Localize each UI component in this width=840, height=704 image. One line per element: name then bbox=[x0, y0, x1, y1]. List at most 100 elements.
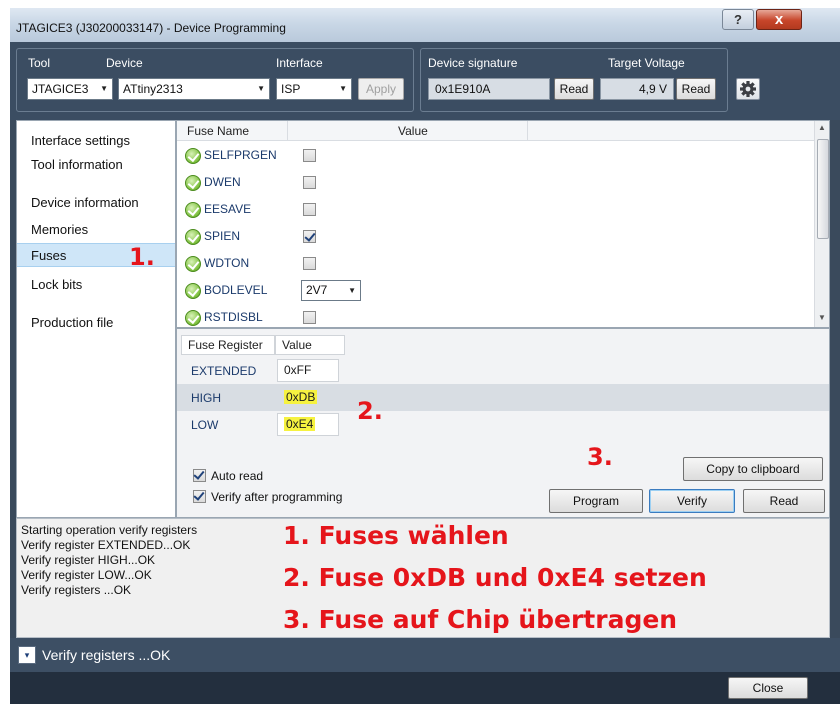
tool-label: Tool bbox=[28, 56, 51, 70]
interface-select[interactable]: ISP ▼ bbox=[276, 78, 352, 100]
verify-after-option[interactable]: Verify after programming bbox=[193, 490, 342, 504]
scroll-down-icon[interactable]: ▼ bbox=[818, 313, 826, 322]
fuse-register-panel: Fuse Register Value EXTENDED 0xFF HIGH 0… bbox=[176, 328, 830, 518]
ok-check-icon bbox=[185, 310, 201, 326]
window-title: JTAGICE3 (J30200033147) - Device Program… bbox=[16, 21, 286, 35]
scroll-thumb[interactable] bbox=[817, 139, 829, 239]
log-line: Verify register LOW...OK bbox=[21, 568, 152, 582]
sidebar-item-device-information[interactable]: Device information bbox=[17, 191, 175, 215]
register-row: EXTENDED 0xFF bbox=[177, 357, 829, 384]
fuse-row: SPIEN bbox=[177, 224, 813, 251]
register-name: LOW bbox=[191, 418, 219, 432]
copy-to-clipboard-button[interactable]: Copy to clipboard bbox=[683, 457, 823, 481]
verify-button[interactable]: Verify bbox=[649, 489, 735, 513]
apply-button[interactable]: Apply bbox=[358, 78, 404, 100]
register-value-input[interactable]: 0xFF bbox=[277, 359, 339, 382]
fuse-row: SELFPRGEN bbox=[177, 143, 813, 170]
register-row: HIGH 0xDB bbox=[177, 384, 829, 411]
fuse-name: RSTDISBL bbox=[204, 310, 263, 324]
voltage-label: Target Voltage bbox=[608, 56, 685, 70]
sidebar-item-tool-information[interactable]: Tool information bbox=[17, 153, 175, 177]
status-text: Verify registers ...OK bbox=[42, 647, 171, 663]
read-voltage-button[interactable]: Read bbox=[676, 78, 716, 100]
step3-marker: 3. bbox=[587, 443, 613, 471]
output-log: Starting operation verify registers Veri… bbox=[16, 518, 830, 638]
fuse-row: BODLEVEL 2V7 ▼ bbox=[177, 278, 813, 305]
device-select[interactable]: ATtiny2313 ▼ bbox=[118, 78, 270, 100]
interface-select-value: ISP bbox=[281, 82, 301, 96]
settings-button[interactable] bbox=[736, 78, 760, 100]
fuse-checkbox[interactable] bbox=[303, 257, 316, 270]
register-value-highlight: 0xDB bbox=[284, 390, 318, 404]
sidebar-item-memories[interactable]: Memories bbox=[17, 218, 175, 242]
fuse-checkbox[interactable] bbox=[303, 230, 316, 243]
signature-label: Device signature bbox=[428, 56, 518, 70]
voltage-value: 4,9 V bbox=[600, 78, 674, 100]
chevron-down-icon: ▼ bbox=[348, 286, 356, 295]
help-button[interactable]: ? bbox=[722, 9, 754, 30]
fuse-name: SELFPRGEN bbox=[204, 148, 277, 162]
register-name: HIGH bbox=[191, 391, 221, 405]
step1-marker: 1. bbox=[129, 243, 155, 271]
ok-check-icon bbox=[185, 175, 201, 191]
fuse-name: SPIEN bbox=[204, 229, 241, 243]
ok-check-icon bbox=[185, 229, 201, 245]
fuse-checkbox[interactable] bbox=[303, 311, 316, 324]
window-close-button[interactable]: x bbox=[756, 9, 802, 30]
auto-read-checkbox[interactable] bbox=[193, 469, 206, 482]
ok-check-icon bbox=[185, 283, 201, 299]
register-value-input[interactable]: 0xDB bbox=[277, 386, 339, 409]
interface-label: Interface bbox=[276, 56, 323, 70]
fuse-checkbox[interactable] bbox=[303, 149, 316, 162]
close-button[interactable]: Close bbox=[728, 677, 808, 699]
auto-read-option[interactable]: Auto read bbox=[193, 469, 263, 483]
read-signature-button[interactable]: Read bbox=[554, 78, 594, 100]
fuse-value-header: Value bbox=[287, 121, 527, 141]
signature-value: 0x1E910A bbox=[428, 78, 550, 100]
bodlevel-select-value: 2V7 bbox=[306, 283, 328, 297]
register-value-header: Value bbox=[275, 335, 345, 355]
sidebar-item-lock-bits[interactable]: Lock bits bbox=[17, 273, 175, 297]
fuse-row: RSTDISBL bbox=[177, 305, 813, 327]
device-select-value: ATtiny2313 bbox=[123, 82, 183, 96]
program-button[interactable]: Program bbox=[549, 489, 643, 513]
chevron-down-icon: ▼ bbox=[339, 84, 347, 93]
register-name-header: Fuse Register bbox=[181, 335, 275, 355]
title-bar: JTAGICE3 (J30200033147) - Device Program… bbox=[10, 8, 840, 42]
toolbar: Tool Device Interface JTAGICE3 ▼ ATtiny2… bbox=[10, 42, 840, 120]
bodlevel-select[interactable]: 2V7 ▼ bbox=[301, 280, 361, 301]
chevron-down-icon: ▼ bbox=[257, 84, 265, 93]
sidebar-item-production-file[interactable]: Production file bbox=[17, 311, 175, 335]
register-name: EXTENDED bbox=[191, 364, 257, 378]
instruction-line-2: 2. Fuse 0xDB und 0xE4 setzen bbox=[283, 563, 707, 592]
fuse-checkbox[interactable] bbox=[303, 176, 316, 189]
ok-check-icon bbox=[185, 256, 201, 272]
sidebar: Interface settings Tool information Devi… bbox=[16, 120, 176, 518]
chevron-down-icon: ▾ bbox=[24, 650, 30, 660]
log-line: Verify register EXTENDED...OK bbox=[21, 538, 191, 552]
register-value-input[interactable]: 0xE4 bbox=[277, 413, 339, 436]
fuse-header-filler bbox=[527, 121, 814, 141]
sidebar-item-interface-settings[interactable]: Interface settings bbox=[17, 129, 175, 153]
fuse-row: WDTON bbox=[177, 251, 813, 278]
ok-check-icon bbox=[185, 148, 201, 164]
verify-after-label: Verify after programming bbox=[211, 490, 343, 504]
fuse-scrollbar[interactable]: ▲ ▼ bbox=[814, 121, 829, 327]
register-row: LOW 0xE4 bbox=[177, 411, 829, 438]
tool-select[interactable]: JTAGICE3 ▼ bbox=[27, 78, 113, 100]
scroll-up-icon[interactable]: ▲ bbox=[818, 123, 826, 132]
log-line: Starting operation verify registers bbox=[21, 523, 198, 537]
gear-icon bbox=[740, 81, 756, 97]
status-bar: ▾ Verify registers ...OK bbox=[10, 638, 840, 672]
register-value-highlight: 0xE4 bbox=[284, 417, 316, 431]
fuse-checkbox[interactable] bbox=[303, 203, 316, 216]
fuse-name: DWEN bbox=[204, 175, 241, 189]
verify-after-checkbox[interactable] bbox=[193, 490, 206, 503]
read-fuses-button[interactable]: Read bbox=[743, 489, 825, 513]
fuse-name: WDTON bbox=[204, 256, 250, 270]
dialog-footer: Close bbox=[10, 672, 840, 704]
expand-log-button[interactable]: ▾ bbox=[18, 646, 36, 664]
fuse-row: EESAVE bbox=[177, 197, 813, 224]
tool-select-value: JTAGICE3 bbox=[32, 82, 89, 96]
fuse-table: Fuse Name Value SELFPRGEN DWEN EESAVE SP… bbox=[176, 120, 830, 328]
